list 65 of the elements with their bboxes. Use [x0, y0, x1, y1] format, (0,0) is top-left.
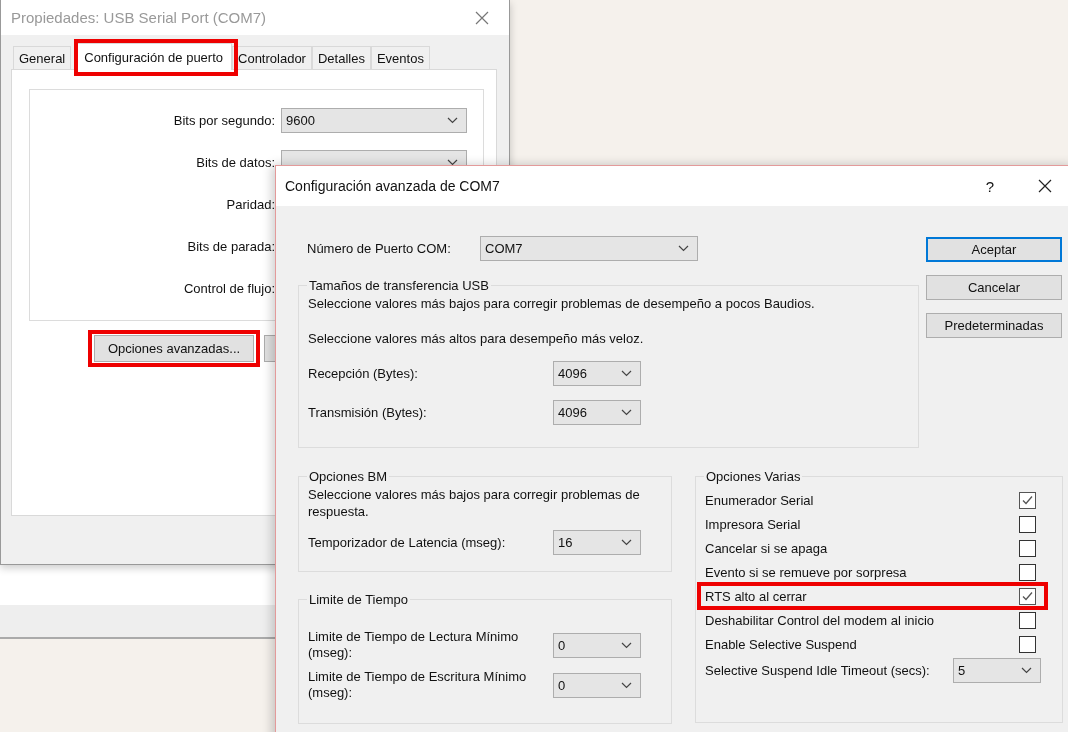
tab[interactable]: Eventos — [370, 46, 430, 69]
group-title: Limite de Tiempo — [308, 592, 409, 607]
dialog-button[interactable]: Aceptar — [926, 237, 1062, 262]
option-label: Enable Selective Suspend — [705, 636, 857, 652]
field-label: Bits de datos: — [196, 155, 275, 170]
field-label: Temporizador de Latencia (mseg): — [308, 535, 507, 550]
dropdown[interactable]: 9600 — [281, 108, 467, 133]
checkbox[interactable] — [1019, 635, 1036, 653]
chevron-icon — [621, 681, 632, 689]
checkbox[interactable] — [1019, 515, 1036, 533]
field-label: Número de Puerto COM: — [307, 241, 452, 256]
check-icon — [1021, 493, 1034, 507]
dialog-title: Configuración avanzada de COM7 — [285, 178, 501, 194]
chevron-icon — [621, 539, 632, 546]
dropdown[interactable]: 0 — [553, 672, 641, 698]
window-title: Propiedades: USB Serial Port (COM7) — [11, 9, 268, 26]
field-label: Bits de parada: — [187, 239, 275, 254]
hint-text: Seleccione valores más altos para desempeño más veloz. — [308, 330, 645, 347]
dropdown[interactable]: COM7 — [480, 236, 698, 261]
field-label: Control de flujo: — [183, 281, 275, 296]
check-icon — [1021, 589, 1034, 603]
group-title: Opciones BM — [308, 469, 389, 484]
field-label: Transmisión (Bytes): — [308, 405, 428, 420]
option-label: Cancelar si se apaga — [705, 540, 828, 556]
field-label: Paridad: — [226, 197, 275, 212]
option-label: Impresora Serial — [705, 516, 801, 532]
chevron-icon — [678, 245, 689, 252]
checkbox[interactable] — [1019, 539, 1036, 557]
chevron-icon — [1021, 667, 1032, 674]
checkbox[interactable] — [1019, 611, 1036, 629]
dialog-button[interactable]: Cancelar — [926, 275, 1062, 300]
option-label: Deshabilitar Control del modem al inicio — [705, 612, 935, 628]
tab[interactable]: General — [13, 46, 72, 69]
chevron-icon — [621, 370, 632, 377]
chevron-icon — [621, 641, 632, 649]
checkbox[interactable] — [1019, 563, 1036, 581]
dropdown[interactable]: 5 — [953, 658, 1041, 683]
tab[interactable]: Configuración de puerto — [75, 43, 232, 70]
tab[interactable]: Controlador — [232, 46, 312, 69]
checkbox[interactable] — [1019, 491, 1036, 509]
close-icon[interactable] — [1038, 179, 1052, 193]
help-button[interactable]: ? — [985, 177, 994, 195]
tab[interactable]: Detalles — [311, 46, 371, 69]
advanced-options-button[interactable]: Opciones avanzadas... — [94, 335, 254, 362]
field-label: Bits por segundo: — [173, 113, 275, 128]
hint-text: Seleccione valores más bajos para corregir problemas de respuesta. — [308, 486, 641, 520]
field-label: Recepción (Bytes): — [308, 366, 419, 381]
dropdown[interactable]: 4096 — [553, 400, 641, 425]
dropdown[interactable]: 0 — [553, 632, 641, 658]
group-title: Tamaños de transferencia USB — [308, 278, 490, 293]
hint-text: Seleccione valores más bajos para corregir problemas de desempeño a pocos Baudios. — [308, 295, 816, 312]
group-title: Opciones Varias — [705, 469, 802, 484]
dropdown[interactable]: 4096 — [553, 361, 641, 386]
field-label: Limite de Tiempo de Escritura Mínimo (mseg): — [308, 669, 528, 701]
dropdown[interactable]: 16 — [553, 530, 641, 555]
chevron-icon — [447, 159, 458, 166]
chevron-icon — [447, 117, 458, 124]
dialog-button[interactable]: Predeterminadas — [926, 313, 1062, 338]
option-label: Evento si se remueve por sorpresa — [705, 564, 907, 580]
checkbox[interactable] — [1019, 587, 1036, 605]
field-label: Selective Suspend Idle Timeout (secs): — [705, 663, 930, 678]
option-label: Enumerador Serial — [705, 492, 814, 508]
chevron-icon — [621, 409, 632, 416]
option-label: RTS alto al cerrar — [705, 588, 807, 604]
field-label: Limite de Tiempo de Lectura Mínimo (mseg): — [308, 629, 520, 661]
